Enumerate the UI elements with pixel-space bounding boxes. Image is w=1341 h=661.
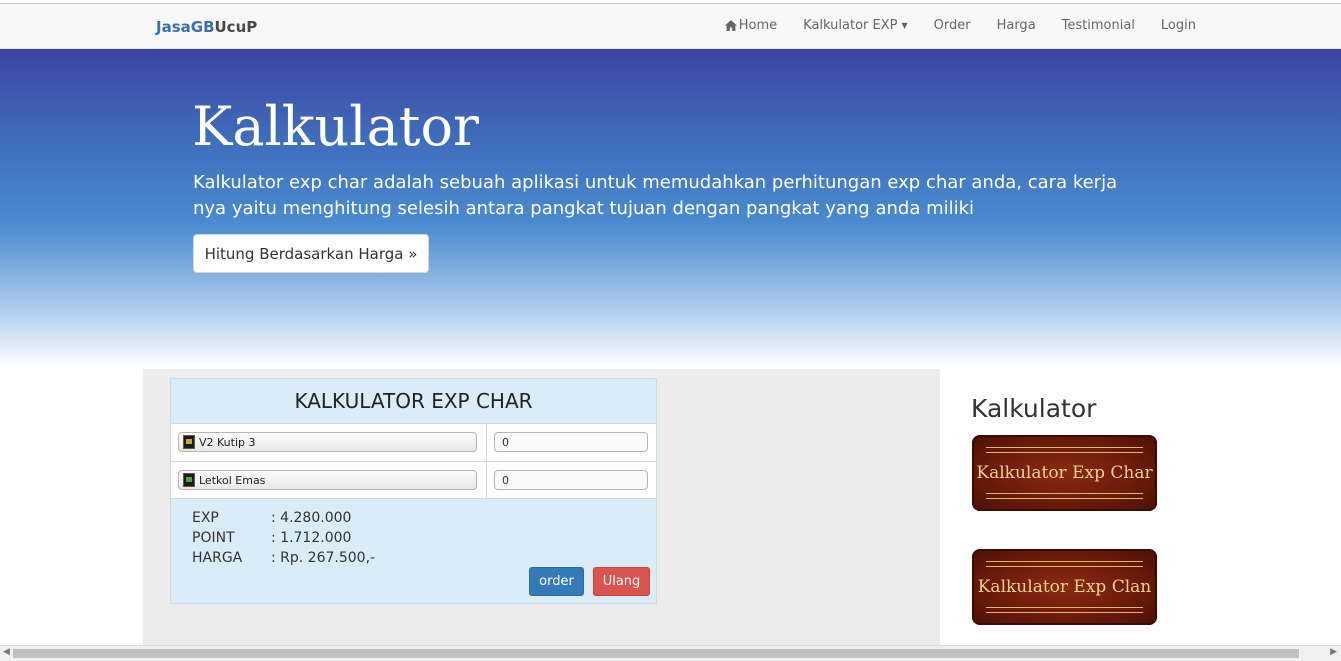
hitung-harga-button[interactable]: Hitung Berdasarkan Harga »: [193, 234, 429, 273]
horizontal-scrollbar[interactable]: ◀ ▶: [0, 645, 1341, 661]
brand-text-part1: JasaGB: [156, 18, 215, 36]
rank-from-row: V2 Kutip 3: [171, 423, 656, 461]
nav-item-home[interactable]: Home: [724, 18, 778, 33]
nav-item-testimonial[interactable]: Testimonial: [1062, 18, 1135, 33]
banner-label: Kalkulator Exp Char: [976, 463, 1153, 483]
caret-down-icon: ▼: [901, 21, 908, 30]
calculator-panel: KALKULATOR EXP CHAR V2 Kutip 3 Letkol Em…: [170, 378, 657, 604]
result-key: EXP: [192, 510, 219, 526]
nav-item-home-label: Home: [738, 18, 778, 33]
order-button[interactable]: order: [529, 567, 584, 596]
nav-item-kalkulator-exp[interactable]: Kalkulator EXP ▼: [803, 18, 907, 33]
result-value: : Rp. 267.500,-: [271, 550, 376, 566]
row-divider: [486, 462, 487, 498]
hero-description: Kalkulator exp char adalah sebuah aplika…: [193, 172, 1118, 219]
rank-to-label: Letkol Emas: [199, 473, 266, 487]
nav-item-harga[interactable]: Harga: [997, 18, 1036, 33]
navbar: JasaGBUcuP Home Kalkulator EXP ▼ Order H…: [0, 3, 1341, 49]
result-key: HARGA: [192, 550, 243, 566]
sidebar-title: Kalkulator: [971, 394, 1097, 423]
scroll-right-icon[interactable]: ▶: [1330, 647, 1337, 657]
kalkulator-exp-char-banner[interactable]: Kalkulator Exp Char: [972, 435, 1157, 511]
result-row-point: POINT : 1.712.000: [192, 530, 375, 550]
calculator-title: KALKULATOR EXP CHAR: [294, 389, 533, 413]
brand-text-part2: UcuP: [214, 18, 258, 36]
nav-item-kalkulator-exp-label: Kalkulator EXP: [803, 18, 898, 33]
row-divider: [486, 424, 487, 461]
result-row-exp: EXP : 4.280.000: [192, 510, 375, 530]
result-key: POINT: [192, 530, 235, 546]
rank-to-row: Letkol Emas: [171, 461, 656, 499]
kalkulator-exp-clan-banner[interactable]: Kalkulator Exp Clan: [972, 549, 1157, 625]
nav-item-login[interactable]: Login: [1161, 18, 1196, 33]
hero-title: Kalkulator: [192, 95, 479, 158]
result-row-harga: HARGA : Rp. 267.500,-: [192, 550, 375, 570]
home-icon: [724, 20, 737, 31]
rank-from-select[interactable]: V2 Kutip 3: [178, 432, 477, 452]
rank-badge-icon: [183, 435, 195, 449]
scrollbar-thumb[interactable]: [13, 649, 1299, 658]
nav-menu: Home Kalkulator EXP ▼ Order Harga Testim…: [699, 18, 1196, 33]
rank-from-label: V2 Kutip 3: [199, 435, 256, 449]
nav-item-order[interactable]: Order: [934, 18, 971, 33]
hero-section: Kalkulator Kalkulator exp char adalah se…: [0, 49, 1341, 369]
rank-badge-icon: [183, 473, 195, 487]
brand-logo[interactable]: JasaGBUcuP: [156, 18, 257, 36]
result-value: : 1.712.000: [271, 530, 352, 546]
reset-button[interactable]: Ulang: [593, 567, 650, 596]
scroll-left-icon[interactable]: ◀: [3, 647, 10, 657]
rank-to-exp-input[interactable]: [494, 470, 648, 490]
results-block: EXP : 4.280.000 POINT : 1.712.000 HARGA …: [192, 510, 375, 570]
banner-label: Kalkulator Exp Clan: [977, 577, 1152, 597]
rank-from-exp-input[interactable]: [494, 432, 648, 452]
result-value: : 4.280.000: [271, 510, 352, 526]
rank-to-select[interactable]: Letkol Emas: [178, 470, 477, 490]
